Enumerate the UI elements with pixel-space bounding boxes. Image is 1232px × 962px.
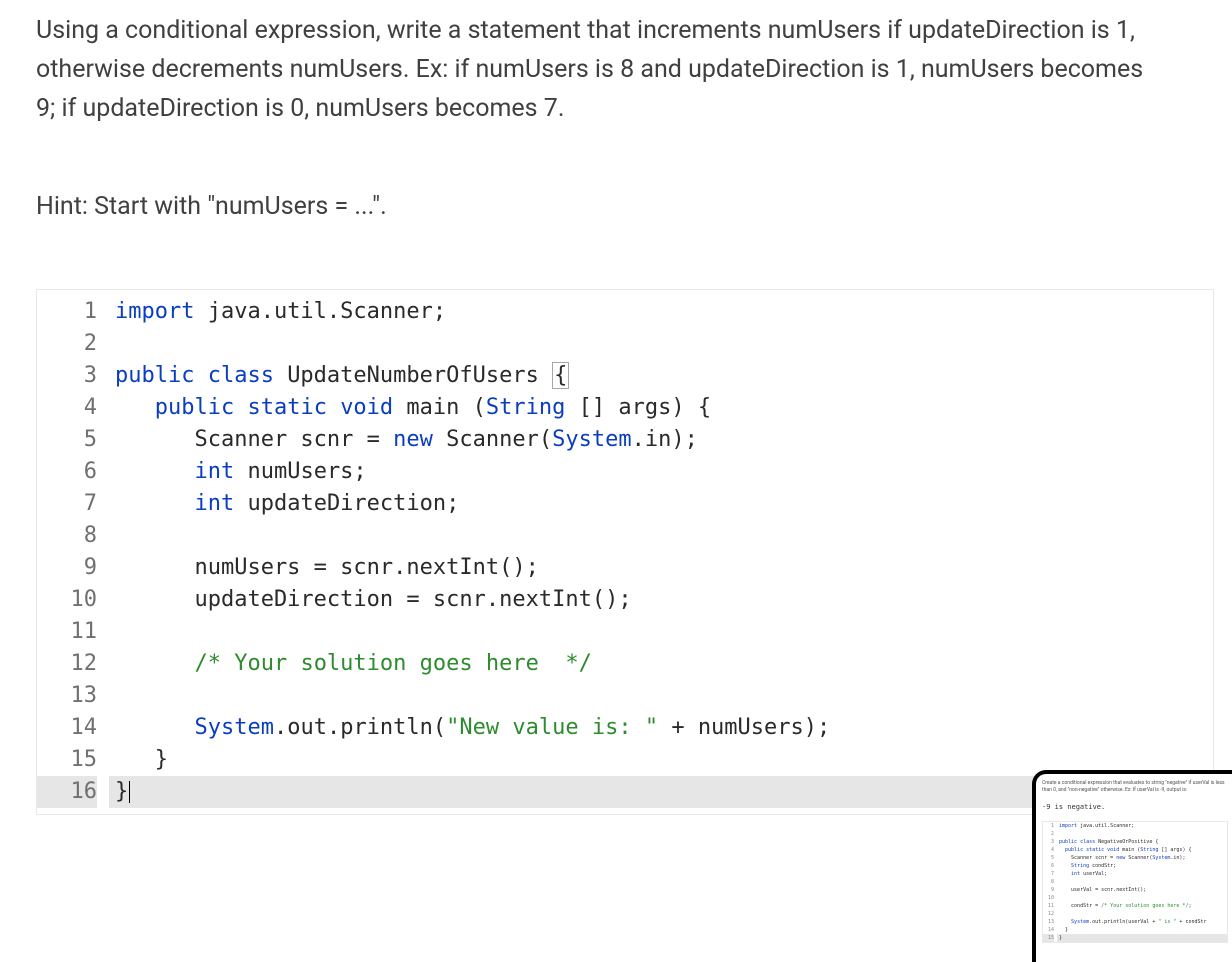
popup-description: Create a conditional expression that eva… [1042,780,1228,793]
popup-inner: Create a conditional expression that eva… [1036,774,1232,947]
popup-example-output: -9 is negative. [1042,803,1228,811]
problem-hint: Hint: Start with "numUsers = ...". [0,128,1232,227]
popup-code-editor: 123456789101112131415 import java.util.S… [1042,821,1228,943]
code-editor[interactable]: 12345678910111213141516 import java.util… [36,289,1214,815]
popup-gutter: 123456789101112131415 [1043,822,1057,942]
line-number-gutter: 12345678910111213141516 [37,296,109,808]
related-example-popup[interactable]: Create a conditional expression that eva… [1032,770,1232,962]
popup-code-lines: import java.util.Scanner;public class Ne… [1057,822,1227,942]
problem-description: Using a conditional expression, write a … [0,0,1180,128]
code-lines[interactable]: import java.util.Scanner;public class Up… [109,296,1213,808]
code-area: 12345678910111213141516 import java.util… [37,296,1213,808]
